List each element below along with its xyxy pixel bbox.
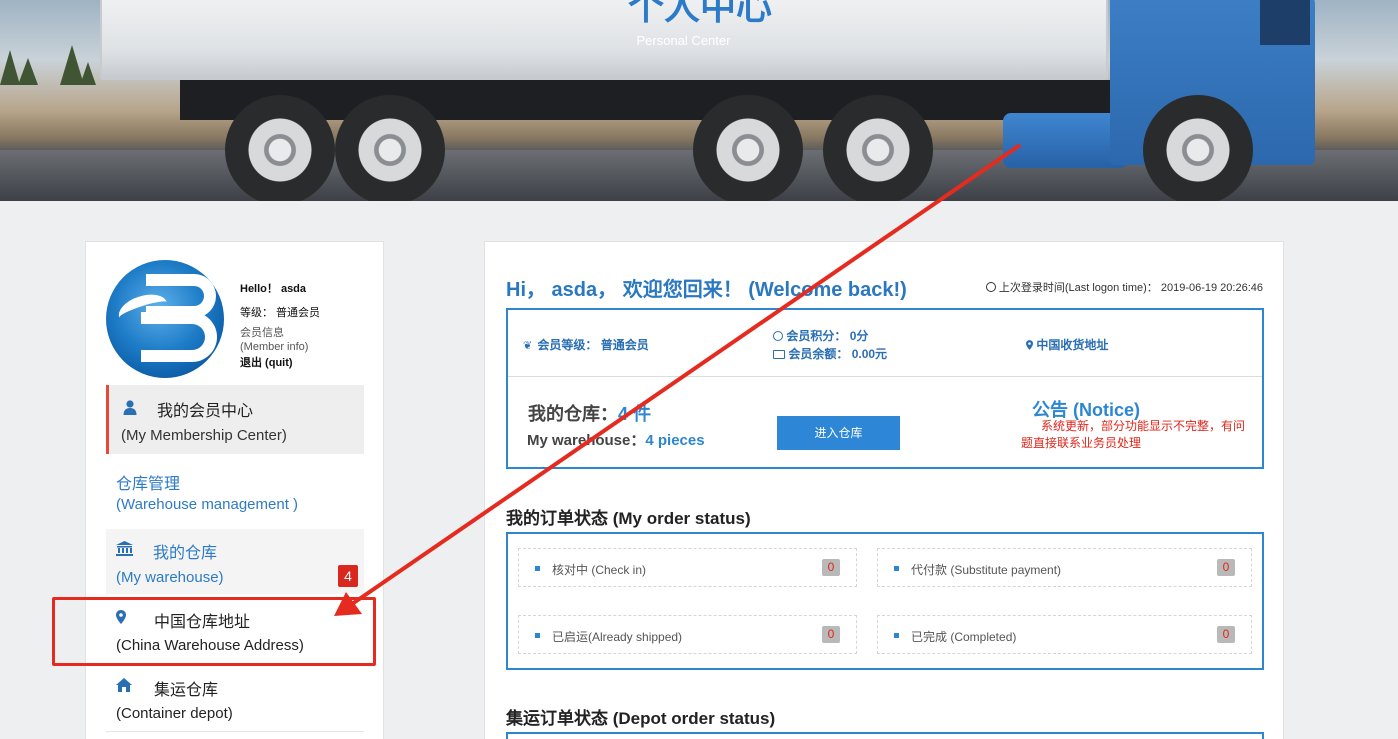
wheel-graphic bbox=[693, 95, 803, 201]
order-status-item[interactable]: 已完成 (Completed) 0 bbox=[877, 615, 1252, 654]
points-icon bbox=[773, 331, 783, 341]
avatar[interactable] bbox=[106, 260, 224, 378]
warehouse-count-badge: 4 bbox=[338, 565, 358, 587]
banner-title: 个人中心 bbox=[628, 0, 773, 27]
notice-body: 系统更新，部分功能显示不完整，有问题直接联系业务员处理 bbox=[1021, 419, 1246, 451]
bullet-icon bbox=[894, 566, 899, 571]
address-label: 中国收货地址 bbox=[1036, 338, 1109, 352]
order-status-box: 核对中 (Check in) 0 代付款 (Substitute payment… bbox=[506, 532, 1264, 670]
level-icon: ❦ bbox=[523, 340, 533, 352]
status-label: 已完成 (Completed) bbox=[911, 630, 1017, 644]
my-warehouse-count-en: My warehouse：4 pieces bbox=[527, 429, 705, 450]
last-login-time: 2019-06-19 20:26:46 bbox=[1160, 282, 1263, 294]
user-info: Hello！ asda 等级： 普通会员 会员信息 (Member info) … bbox=[240, 282, 320, 371]
level-label: 会员等级： bbox=[537, 338, 598, 352]
wheel-graphic bbox=[1143, 95, 1253, 201]
last-login-label: 上次登录时间(Last logon time)： bbox=[998, 282, 1158, 294]
status-count-badge: 0 bbox=[822, 626, 840, 643]
quit-link[interactable]: 退出 (quit) bbox=[240, 356, 320, 371]
banner: 个人中心 Personal Center bbox=[0, 0, 1398, 201]
order-status-item[interactable]: 核对中 (Check in) 0 bbox=[518, 548, 857, 587]
status-count-badge: 0 bbox=[1217, 559, 1235, 576]
warehouse-label-en: My warehouse： bbox=[527, 432, 646, 449]
china-receiving-address-link[interactable]: 中国收货地址 bbox=[1026, 336, 1108, 353]
sidebar-item-my-warehouse[interactable]: 我的仓库 (My warehouse) 4 bbox=[106, 529, 364, 594]
main-content: Hi， asda， 欢迎您回来！ (Welcome back!) 上次登录时间(… bbox=[484, 241, 1284, 739]
sidebar-item-membership-center[interactable]: 我的会员中心 (My Membership Center) bbox=[106, 385, 364, 454]
sidebar-item-label-en: (My Membership Center) bbox=[121, 427, 287, 444]
depot-status-box bbox=[506, 732, 1264, 739]
money-icon bbox=[773, 350, 785, 359]
map-marker-icon bbox=[1026, 338, 1033, 352]
sidebar-item-label-en: (Container depot) bbox=[116, 705, 233, 722]
home-icon bbox=[116, 678, 132, 694]
points-value: 0分 bbox=[849, 329, 869, 343]
points-label: 会员积分： bbox=[786, 329, 847, 343]
status-count-badge: 0 bbox=[1217, 626, 1235, 643]
balance-label: 会员余额： bbox=[788, 347, 849, 361]
bullet-icon bbox=[535, 566, 540, 571]
bullet-icon bbox=[535, 633, 540, 638]
warehouse-count-zh: 4 件 bbox=[618, 404, 652, 424]
last-login: 上次登录时间(Last logon time)： 2019-06-19 20:2… bbox=[985, 279, 1263, 295]
warehouse-count-en: 4 pieces bbox=[645, 432, 705, 449]
member-points-info: 会员积分： 0分 bbox=[773, 327, 868, 344]
sidebar-item-label-en: (My warehouse) bbox=[116, 569, 224, 586]
welcome-heading: Hi， asda， 欢迎您回来！ (Welcome back!) bbox=[506, 279, 907, 301]
order-status-title: 我的订单状态 (My order status) bbox=[506, 509, 751, 528]
order-status-item[interactable]: 已启运(Already shipped) 0 bbox=[518, 615, 857, 654]
order-status-item[interactable]: 代付款 (Substitute payment) 0 bbox=[877, 548, 1252, 587]
banner-subtitle: Personal Center bbox=[636, 33, 731, 48]
depot-status-title: 集运订单状态 (Depot order status) bbox=[506, 709, 776, 728]
member-level-info: ❦ 会员等级： 普通会员 bbox=[523, 336, 649, 353]
status-label: 核对中 (Check in) bbox=[552, 563, 647, 577]
bank-icon bbox=[116, 541, 133, 557]
greeting: Hello！ asda bbox=[240, 283, 307, 295]
wheel-graphic bbox=[335, 95, 445, 201]
level-value: 普通会员 bbox=[600, 338, 649, 352]
status-count-badge: 0 bbox=[822, 559, 840, 576]
member-info-en: (Member info) bbox=[240, 340, 309, 353]
clock-icon bbox=[985, 282, 996, 292]
sidebar-item-label-zh: 集运仓库 bbox=[154, 682, 219, 699]
member-info-zh: 会员信息 bbox=[240, 326, 284, 339]
sidebar-item-label-en: (Warehouse management ) bbox=[116, 496, 299, 513]
divider bbox=[508, 376, 1262, 377]
wheel-graphic bbox=[225, 95, 335, 201]
member-level: 等级： 普通会员 bbox=[240, 306, 321, 319]
balance-value: 0.00元 bbox=[851, 347, 888, 361]
member-info-link[interactable]: 会员信息 (Member info) bbox=[240, 326, 320, 355]
status-label: 代付款 (Substitute payment) bbox=[911, 563, 1062, 577]
my-warehouse-count-zh: 我的仓库：4 件 bbox=[528, 400, 651, 426]
member-balance-info: 会员余额： 0.00元 bbox=[773, 345, 887, 362]
annotation-highlight-box bbox=[52, 597, 376, 666]
bullet-icon bbox=[894, 633, 899, 638]
sidebar-item-label-zh: 仓库管理 bbox=[116, 476, 181, 493]
sidebar-item-label-zh: 我的仓库 bbox=[153, 545, 218, 562]
enter-warehouse-button[interactable]: 进入仓库 bbox=[777, 416, 900, 450]
member-summary-box: ❦ 会员等级： 普通会员 会员积分： 0分 会员余额： 0.00元 中国收货地址… bbox=[506, 308, 1264, 469]
sidebar-item-warehouse-management[interactable]: 仓库管理 (Warehouse management ) bbox=[106, 460, 364, 525]
sidebar-item-container-depot[interactable]: 集运仓库 (Container depot) bbox=[106, 666, 364, 732]
warehouse-label-zh: 我的仓库： bbox=[528, 404, 618, 424]
status-label: 已启运(Already shipped) bbox=[552, 630, 683, 644]
wheel-graphic bbox=[823, 95, 933, 201]
sidebar-item-label-zh: 我的会员中心 bbox=[157, 403, 254, 420]
user-icon bbox=[123, 400, 139, 416]
